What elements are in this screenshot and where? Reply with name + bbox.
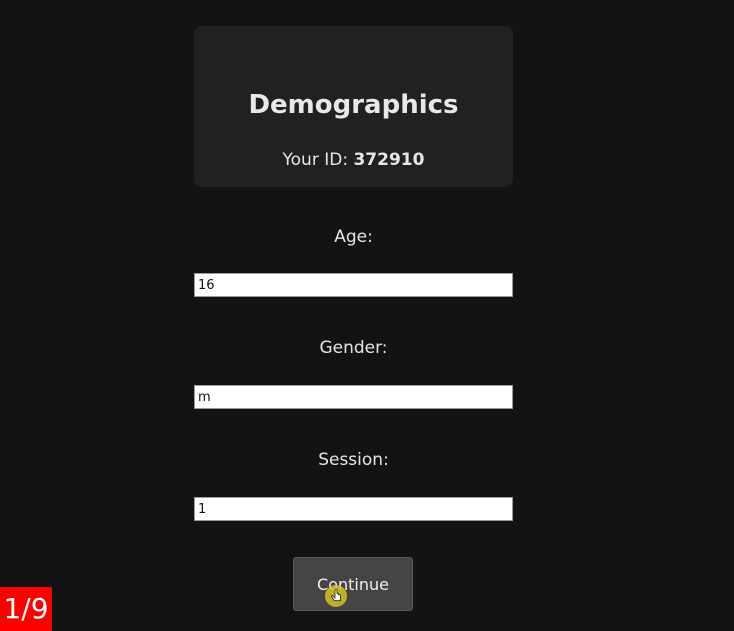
session-input[interactable] xyxy=(194,497,513,521)
demographics-page: Demographics Your ID: 372910 Age: Gender… xyxy=(0,0,734,631)
header-card: Demographics Your ID: 372910 xyxy=(194,26,513,187)
age-label: Age: xyxy=(334,227,373,247)
participant-id: Your ID: 372910 xyxy=(194,152,513,169)
page-title: Demographics xyxy=(248,90,459,120)
gender-input[interactable] xyxy=(194,385,513,409)
hand-pointer-icon xyxy=(325,585,347,607)
gender-label: Gender: xyxy=(319,338,388,358)
participant-id-label: Your ID: xyxy=(282,150,349,170)
session-label: Session: xyxy=(318,450,389,470)
age-input[interactable] xyxy=(194,273,513,297)
participant-id-value: 372910 xyxy=(353,150,425,170)
continue-button[interactable]: Continue xyxy=(293,557,413,611)
progress-counter: 1/9 xyxy=(0,587,52,631)
